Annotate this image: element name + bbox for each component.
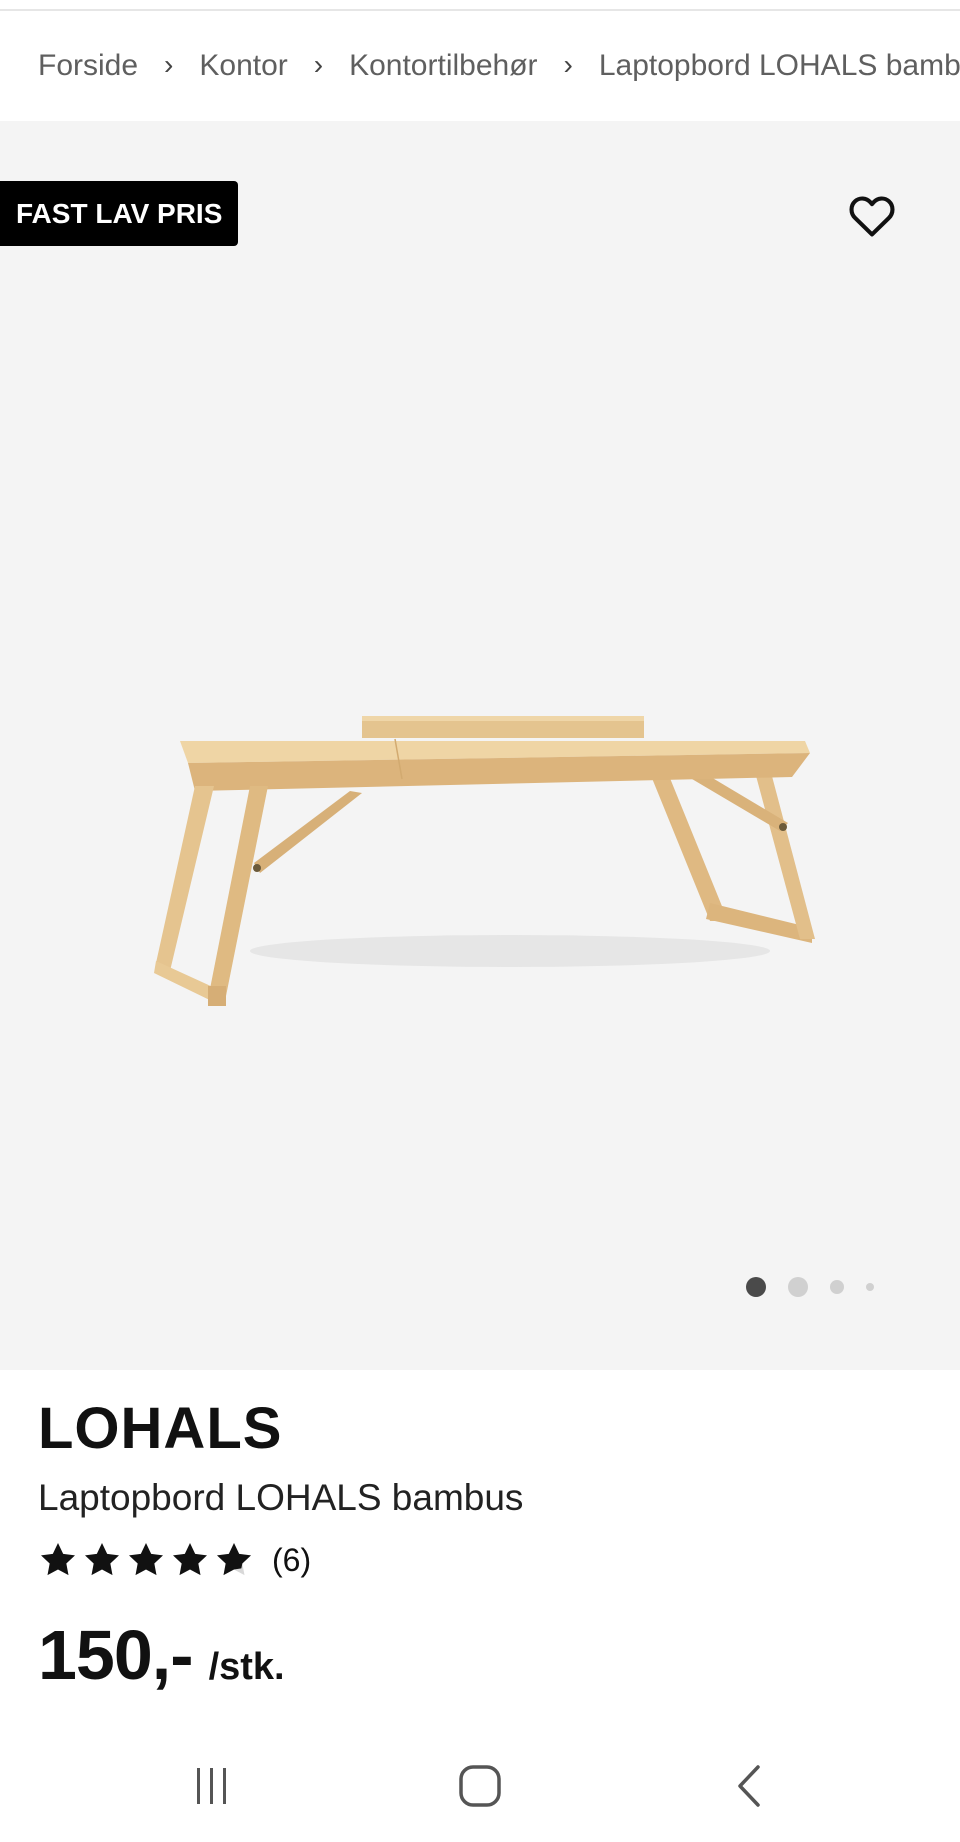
chevron-right-icon: › — [164, 49, 174, 80]
top-divider — [0, 0, 960, 11]
star-filled-icon — [85, 1543, 119, 1576]
gallery-dot[interactable] — [830, 1280, 844, 1294]
system-navigation-bar — [0, 1730, 960, 1842]
home-button[interactable] — [420, 1730, 540, 1842]
chevron-right-icon: › — [313, 49, 324, 80]
back-button[interactable] — [690, 1730, 810, 1842]
price-value: 150,- — [38, 1616, 194, 1694]
star-filled-icon — [129, 1543, 163, 1576]
product-brand: LOHALS — [38, 1396, 283, 1461]
chevron-right-icon: › — [563, 49, 573, 80]
breadcrumb: Forside › Kontor › Kontortilbehør › Lapt… — [0, 11, 960, 121]
gallery-dot[interactable] — [788, 1277, 808, 1297]
product-image — [154, 716, 815, 1006]
heart-outline-icon[interactable] — [846, 190, 898, 242]
review-count[interactable]: (6) — [272, 1542, 311, 1579]
price-badge: FAST LAV PRIS — [0, 181, 239, 246]
breadcrumb-home[interactable]: Forside — [38, 49, 138, 83]
breadcrumb-kontor[interactable]: Kontor — [199, 49, 287, 83]
star-filled-icon — [173, 1543, 207, 1576]
gallery-pagination — [746, 1276, 896, 1298]
product-image-gallery[interactable]: FAST LAV PRIS — [0, 121, 960, 1370]
product-rating[interactable]: (6) — [38, 1540, 311, 1580]
product-name: Laptopbord LOHALS bambus — [38, 1477, 524, 1518]
recent-apps-button[interactable] — [152, 1730, 272, 1842]
breadcrumb-kontortilbehor[interactable]: Kontortilbehør — [349, 49, 537, 83]
star-filled-icon — [41, 1543, 75, 1576]
recent-apps-icon — [197, 1768, 226, 1804]
price: 150,- /stk. — [38, 1615, 285, 1695]
home-icon — [459, 1765, 501, 1807]
price-unit: /stk. — [208, 1646, 285, 1688]
gallery-dot[interactable] — [866, 1283, 874, 1291]
gallery-dot-active[interactable] — [746, 1277, 766, 1297]
breadcrumb-current[interactable]: Laptopbord LOHALS bambus — [599, 49, 960, 83]
star-half-icon — [217, 1543, 251, 1576]
back-icon — [738, 1765, 760, 1807]
